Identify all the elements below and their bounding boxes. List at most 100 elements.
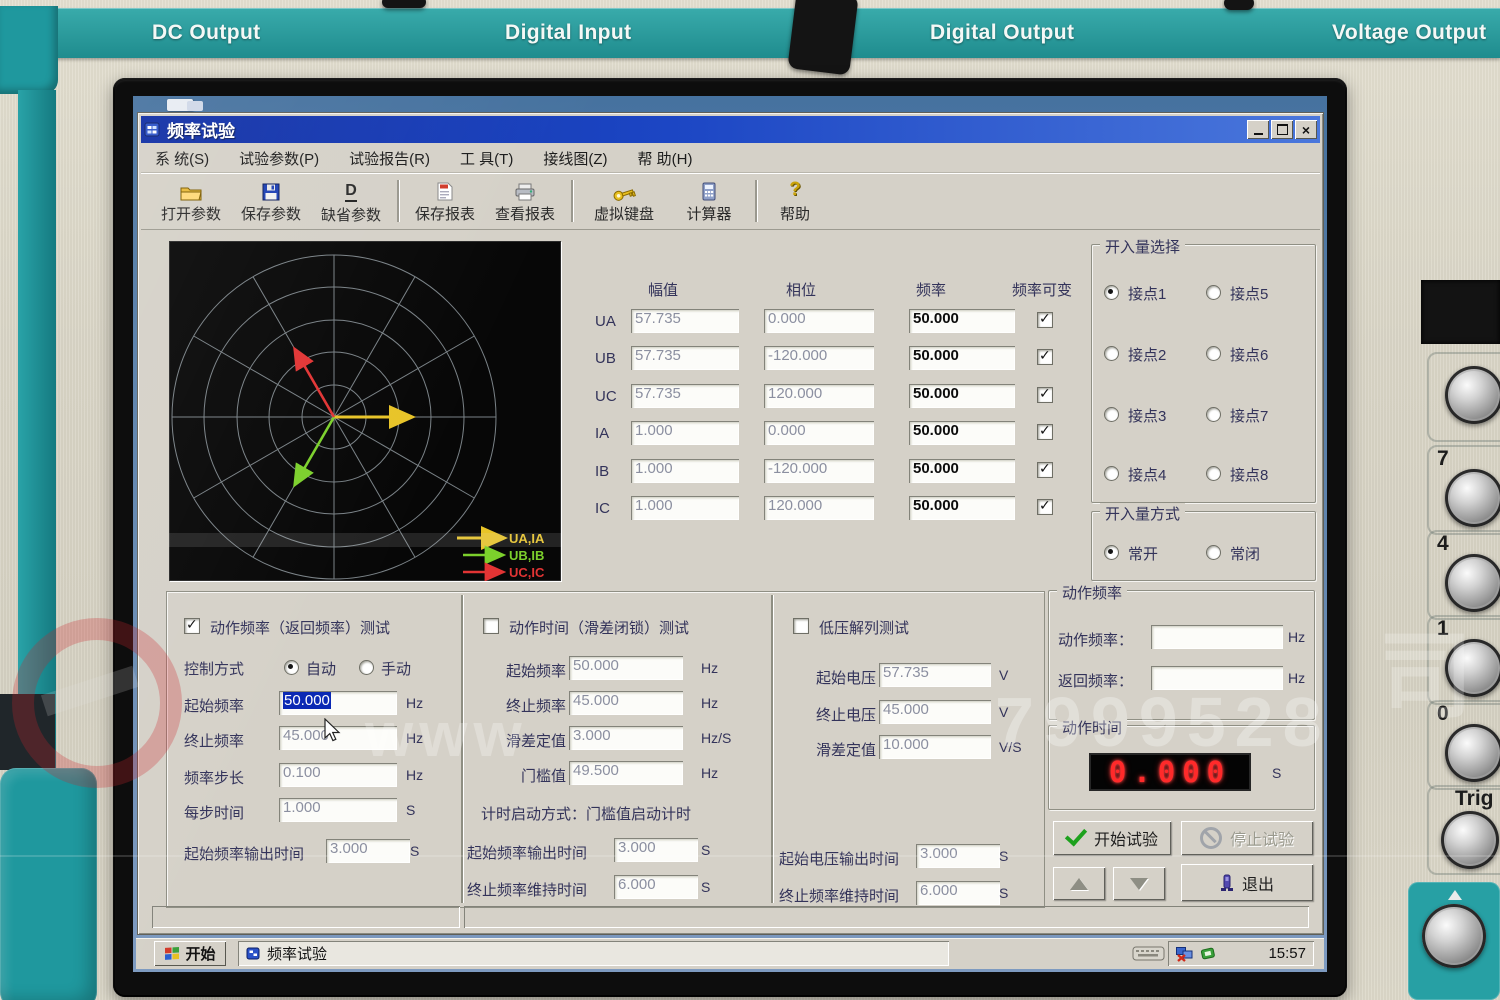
contact1-label[interactable]: 接点1 bbox=[1128, 283, 1166, 304]
p2-output-time-input[interactable]: 3.000 bbox=[614, 838, 698, 862]
phase-input[interactable]: 0.000 bbox=[764, 309, 874, 333]
phase-input[interactable]: -120.000 bbox=[764, 346, 874, 370]
normally-closed-radio[interactable] bbox=[1206, 545, 1221, 560]
terminal-knob-0[interactable] bbox=[1445, 724, 1500, 782]
contact8-label[interactable]: 接点8 bbox=[1230, 464, 1268, 485]
security-tray-icon[interactable] bbox=[1200, 946, 1216, 962]
amplitude-input[interactable]: 57.735 bbox=[631, 346, 739, 370]
auto-label[interactable]: 自动 bbox=[306, 658, 336, 679]
phase-input[interactable]: 0.000 bbox=[764, 421, 874, 445]
start-voltage-input[interactable]: 57.735 bbox=[879, 663, 991, 687]
p2-start-freq-input[interactable]: 50.000 bbox=[569, 656, 683, 680]
low-voltage-test-checkbox[interactable] bbox=[793, 618, 809, 634]
action-time-test-checkbox[interactable] bbox=[483, 618, 499, 634]
frequency-input[interactable]: 50.000 bbox=[909, 309, 1015, 333]
contact8-radio[interactable] bbox=[1206, 466, 1221, 481]
contact2-radio[interactable] bbox=[1104, 346, 1119, 361]
start-button[interactable]: 开始 bbox=[154, 941, 226, 966]
frequency-input[interactable]: 50.000 bbox=[909, 459, 1015, 483]
p2-hold-time-input[interactable]: 6.000 bbox=[614, 875, 698, 899]
freq-variable-checkbox[interactable] bbox=[1037, 312, 1053, 328]
terminal-knob-4[interactable] bbox=[1445, 554, 1500, 612]
network-status-icon[interactable] bbox=[1176, 946, 1194, 962]
contact2-label[interactable]: 接点2 bbox=[1128, 344, 1166, 365]
contact3-label[interactable]: 接点3 bbox=[1128, 405, 1166, 426]
end-voltage-input[interactable]: 45.000 bbox=[879, 700, 991, 724]
task-button-freq-test[interactable]: 频率试验 bbox=[238, 941, 949, 966]
menu-help[interactable]: 帮 助(H) bbox=[637, 148, 692, 169]
frequency-input[interactable]: 50.000 bbox=[909, 421, 1015, 445]
phase-input[interactable]: 120.000 bbox=[764, 384, 874, 408]
calculator-button[interactable]: 计算器 bbox=[669, 179, 749, 224]
p2-end-freq-input[interactable]: 45.000 bbox=[569, 691, 683, 715]
contact5-label[interactable]: 接点5 bbox=[1230, 283, 1268, 304]
phase-input[interactable]: 120.000 bbox=[764, 496, 874, 520]
normally-closed-label[interactable]: 常闭 bbox=[1230, 543, 1260, 564]
start-freq-input[interactable]: 50.000 bbox=[279, 691, 397, 715]
contact4-label[interactable]: 接点4 bbox=[1128, 464, 1166, 485]
title-bar[interactable]: 频率试验 × bbox=[141, 116, 1320, 143]
terminal-knob-1[interactable] bbox=[1445, 639, 1500, 697]
stop-test-button[interactable]: 停止试验 bbox=[1181, 821, 1313, 855]
amplitude-input[interactable]: 1.000 bbox=[631, 459, 739, 483]
manual-radio[interactable] bbox=[359, 660, 374, 675]
view-report-button[interactable]: 查看报表 bbox=[485, 179, 565, 224]
menu-system[interactable]: 系 统(S) bbox=[155, 148, 209, 169]
step-time-input[interactable]: 1.000 bbox=[279, 798, 397, 822]
maximize-button[interactable] bbox=[1271, 120, 1293, 139]
exit-button[interactable]: 退出 bbox=[1181, 864, 1313, 901]
action-freq-result-input[interactable] bbox=[1151, 625, 1283, 649]
return-freq-result-input[interactable] bbox=[1151, 666, 1283, 690]
virtual-keyboard-button[interactable]: 虚拟键盘 bbox=[579, 179, 669, 224]
frequency-input[interactable]: 50.000 bbox=[909, 496, 1015, 520]
contact3-radio[interactable] bbox=[1104, 407, 1119, 422]
manual-label[interactable]: 手动 bbox=[381, 658, 411, 679]
help-button[interactable]: ? 帮助 bbox=[763, 179, 827, 224]
start-test-button[interactable]: 开始试验 bbox=[1053, 821, 1171, 855]
contact1-radio[interactable] bbox=[1104, 285, 1119, 300]
contact6-radio[interactable] bbox=[1206, 346, 1221, 361]
freq-variable-checkbox[interactable] bbox=[1037, 349, 1053, 365]
minimize-button[interactable] bbox=[1247, 120, 1269, 139]
start-freq-output-time-input[interactable]: 3.000 bbox=[326, 839, 410, 863]
contact6-label[interactable]: 接点6 bbox=[1230, 344, 1268, 365]
amplitude-input[interactable]: 1.000 bbox=[631, 421, 739, 445]
normally-open-radio[interactable] bbox=[1104, 545, 1119, 560]
menu-test-params[interactable]: 试验参数(P) bbox=[239, 148, 319, 169]
freq-variable-checkbox[interactable] bbox=[1037, 462, 1053, 478]
p3-hold-time-input[interactable]: 6.000 bbox=[916, 881, 1000, 905]
close-button[interactable]: × bbox=[1295, 120, 1317, 139]
amplitude-input[interactable]: 57.735 bbox=[631, 309, 739, 333]
terminal-knob-7[interactable] bbox=[1445, 469, 1500, 527]
end-freq-input[interactable]: 45.000 bbox=[279, 726, 397, 750]
scroll-up-button[interactable] bbox=[1053, 867, 1105, 900]
phase-input[interactable]: -120.000 bbox=[764, 459, 874, 483]
auto-radio[interactable] bbox=[284, 660, 299, 675]
frequency-input[interactable]: 50.000 bbox=[909, 384, 1015, 408]
v-slip-setting-input[interactable]: 10.000 bbox=[879, 735, 991, 759]
amplitude-input[interactable]: 1.000 bbox=[631, 496, 739, 520]
contact5-radio[interactable] bbox=[1206, 285, 1221, 300]
contact7-label[interactable]: 接点7 bbox=[1230, 405, 1268, 426]
normally-open-label[interactable]: 常开 bbox=[1128, 543, 1158, 564]
freq-step-input[interactable]: 0.100 bbox=[279, 763, 397, 787]
open-params-button[interactable]: 打开参数 bbox=[151, 179, 231, 224]
contact7-radio[interactable] bbox=[1206, 407, 1221, 422]
frequency-input[interactable]: 50.000 bbox=[909, 346, 1015, 370]
freq-variable-checkbox[interactable] bbox=[1037, 499, 1053, 515]
menu-wiring-diagram[interactable]: 接线图(Z) bbox=[543, 148, 607, 169]
p3-output-time-input[interactable]: 3.000 bbox=[916, 844, 1000, 868]
terminal-knob[interactable] bbox=[1445, 366, 1500, 424]
default-params-button[interactable]: D 缺省参数 bbox=[311, 178, 391, 225]
freq-variable-checkbox[interactable] bbox=[1037, 387, 1053, 403]
terminal-knob-teal[interactable] bbox=[1422, 904, 1486, 968]
slip-setting-input[interactable]: 3.000 bbox=[569, 726, 683, 750]
scroll-down-button[interactable] bbox=[1113, 867, 1165, 900]
keyboard-tray-icon[interactable] bbox=[1132, 945, 1166, 962]
amplitude-input[interactable]: 57.735 bbox=[631, 384, 739, 408]
save-params-button[interactable]: 保存参数 bbox=[231, 179, 311, 224]
freq-variable-checkbox[interactable] bbox=[1037, 424, 1053, 440]
save-report-button[interactable]: 保存报表 bbox=[405, 179, 485, 224]
menu-test-report[interactable]: 试验报告(R) bbox=[349, 148, 430, 169]
desktop-icon[interactable] bbox=[161, 97, 209, 112]
